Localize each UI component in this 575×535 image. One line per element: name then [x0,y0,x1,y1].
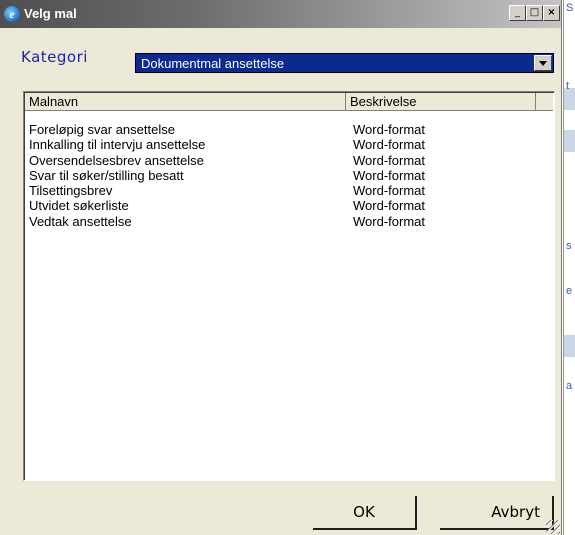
resize-grip-icon[interactable] [546,520,560,534]
template-name: Svar til søker/stilling besatt [29,167,184,183]
list-item[interactable]: Oversendelsesbrev ansettelse Word-format [25,153,553,168]
chevron-down-icon [539,61,547,66]
template-description: Word-format [353,122,425,137]
template-description: Word-format [353,152,425,168]
column-header-filler [536,93,553,111]
template-name: Tilsettingsbrev [29,183,113,199]
template-name: Innkalling til intervju ansettelse [29,137,206,153]
template-description: Word-format [353,137,425,153]
template-description: Word-format [353,183,425,199]
template-name: Utvidet søkerliste [29,198,129,214]
kategori-label: Kategori [21,48,88,66]
background-text: t [566,80,570,92]
template-name: Oversendelsesbrev ansettelse [29,152,204,168]
template-name: Vedtak ansettelse [29,213,132,229]
list-item[interactable]: Foreløpig svar ansettelse Word-format [25,122,553,137]
kategori-selected-value: Dokumentmal ansettelse [141,56,285,71]
list-item[interactable]: Innkalling til intervju ansettelse Word-… [25,137,553,152]
list-item[interactable]: Vedtak ansettelse Word-format [25,214,553,229]
velg-mal-dialog: e Velg mal _ □ × Kategori Dokumentmal an… [0,0,562,535]
template-list[interactable]: Malnavn Beskrivelse Foreløpig svar anset… [23,91,555,481]
ie-icon: e [4,6,20,22]
list-rows: Foreløpig svar ansettelse Word-format In… [25,122,553,229]
close-button[interactable]: × [543,5,560,21]
cancel-button[interactable]: Avbryt [440,496,554,530]
maximize-button[interactable]: □ [526,5,543,21]
list-item[interactable]: Svar til søker/stilling besatt Word-form… [25,168,553,183]
list-item[interactable]: Tilsettingsbrev Word-format [25,183,553,198]
background-text: s [566,240,572,252]
kategori-select[interactable]: Dokumentmal ansettelse [135,53,554,73]
column-header-malnavn[interactable]: Malnavn [25,93,346,111]
background-band [564,130,575,152]
title-bar[interactable]: e Velg mal _ □ × [0,0,561,28]
background-text: S [566,2,574,14]
template-description: Word-format [353,167,425,183]
window-title: Velg mal [24,6,77,21]
ok-button[interactable]: OK [313,496,417,530]
dropdown-button[interactable] [534,55,552,71]
background-text: a [566,380,573,392]
background-window: S t s e a [563,0,575,535]
template-name: Foreløpig svar ansettelse [29,122,175,137]
list-header: Malnavn Beskrivelse [25,93,553,111]
background-text: e [566,285,573,297]
template-description: Word-format [353,213,425,229]
background-band [564,335,575,357]
list-item[interactable]: Utvidet søkerliste Word-format [25,198,553,213]
template-description: Word-format [353,198,425,214]
column-header-beskrivelse[interactable]: Beskrivelse [346,93,536,111]
minimize-button[interactable]: _ [509,5,526,21]
